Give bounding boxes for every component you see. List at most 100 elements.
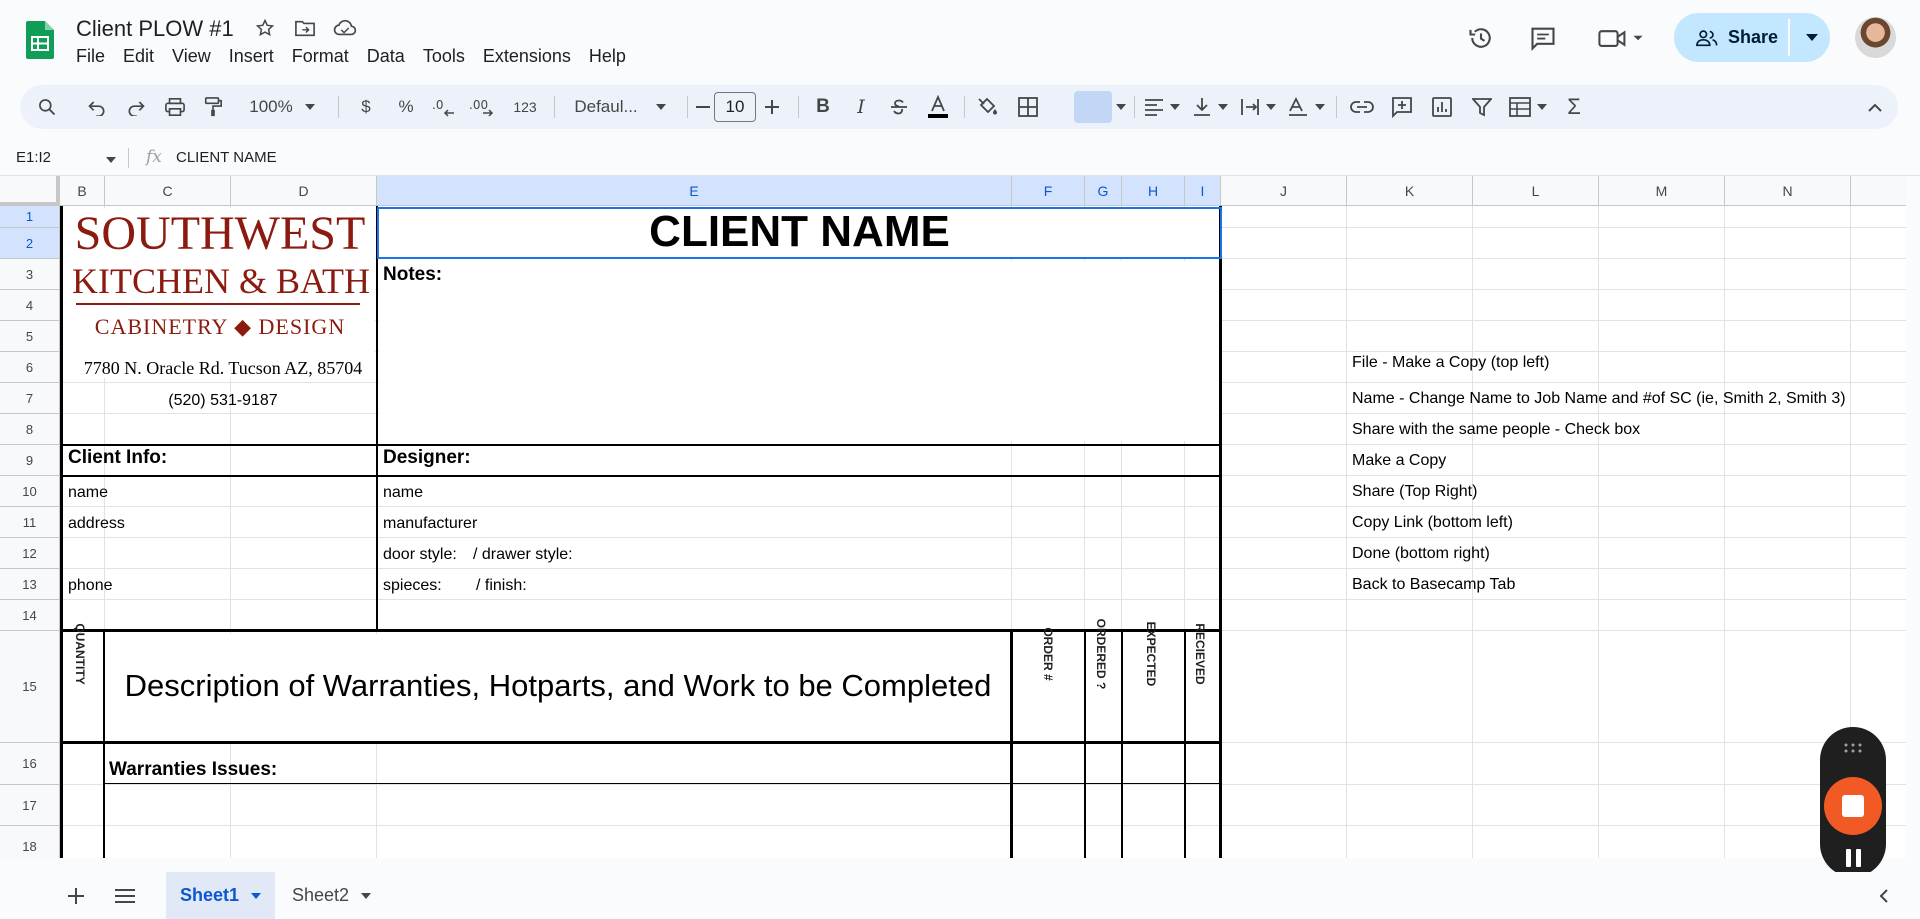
chevron-down-icon[interactable] — [251, 892, 262, 899]
merge-cells-button[interactable] — [1074, 91, 1112, 123]
drag-handle-icon[interactable] — [1843, 741, 1863, 753]
currency-format-button[interactable]: $ — [352, 85, 380, 129]
row-header[interactable]: 8 — [0, 414, 60, 445]
row-header[interactable]: 11 — [0, 507, 60, 538]
redo-icon[interactable] — [121, 85, 151, 129]
menu-data[interactable]: Data — [367, 46, 414, 67]
column-header[interactable]: J — [1221, 176, 1347, 206]
insert-comment-icon[interactable] — [1386, 85, 1418, 129]
menu-edit[interactable]: Edit — [123, 46, 163, 67]
row-header[interactable]: 4 — [0, 290, 60, 321]
history-icon[interactable] — [1465, 22, 1497, 54]
row-header[interactable]: 6 — [0, 352, 60, 383]
column-header[interactable]: M — [1599, 176, 1725, 206]
formula-input[interactable]: CLIENT NAME — [176, 149, 277, 166]
row-header[interactable]: 2 — [0, 228, 60, 259]
font-size-input[interactable]: 10 — [714, 92, 756, 122]
italic-icon[interactable]: I — [846, 85, 876, 129]
borders-icon[interactable] — [1012, 85, 1044, 129]
sheets-logo-icon[interactable] — [26, 21, 54, 59]
merged-cell[interactable] — [379, 261, 1220, 441]
row-header[interactable]: 13 — [0, 569, 60, 600]
undo-icon[interactable] — [82, 85, 112, 129]
column-header[interactable]: I — [1185, 176, 1221, 206]
row-header[interactable]: 14 — [0, 600, 60, 631]
increase-font-size-icon[interactable] — [760, 85, 784, 129]
chevron-down-icon[interactable] — [361, 892, 372, 899]
decrease-font-size-icon[interactable] — [692, 85, 714, 129]
chevron-down-icon[interactable] — [106, 150, 116, 168]
row-header[interactable]: 7 — [0, 383, 60, 414]
share-button[interactable]: Share — [1674, 13, 1788, 62]
column-header[interactable]: L — [1473, 176, 1599, 206]
row-header[interactable]: 10 — [0, 476, 60, 507]
filter-views-icon[interactable] — [1506, 85, 1550, 129]
search-icon[interactable] — [32, 85, 62, 129]
tab-sheet2[interactable]: Sheet2 — [278, 872, 385, 919]
font-family-select[interactable]: Defaul... — [560, 85, 680, 129]
menu-tools[interactable]: Tools — [423, 46, 474, 67]
row-header[interactable]: 18 — [0, 826, 60, 858]
cloud-status-icon[interactable] — [332, 16, 358, 40]
row-header[interactable]: 5 — [0, 321, 60, 352]
text-wrapping-icon[interactable] — [1236, 85, 1280, 129]
menu-help[interactable]: Help — [589, 46, 635, 67]
print-icon[interactable] — [160, 85, 190, 129]
horizontal-align-icon[interactable] — [1140, 85, 1184, 129]
menu-insert[interactable]: Insert — [229, 46, 283, 67]
merge-cells-dropdown-icon[interactable] — [1114, 85, 1128, 129]
menu-view[interactable]: View — [172, 46, 220, 67]
select-all-corner[interactable] — [0, 176, 60, 206]
menu-format[interactable]: Format — [292, 46, 358, 67]
star-icon[interactable] — [252, 16, 278, 40]
strikethrough-icon[interactable] — [884, 85, 914, 129]
spreadsheet-grid[interactable]: BCDEFGHIJKLMN 1 2 3 4 5 6 7 8 9 10 11 12 13 14 15 16 17 1… — [0, 176, 1906, 858]
name-box[interactable]: E1:I2 — [16, 149, 51, 166]
pause-recording-button[interactable] — [1842, 849, 1864, 869]
comment-icon[interactable] — [1527, 22, 1559, 54]
percent-format-button[interactable]: % — [392, 85, 420, 129]
vertical-align-icon[interactable] — [1188, 85, 1232, 129]
text-color-icon[interactable] — [922, 85, 954, 129]
insert-link-icon[interactable] — [1346, 85, 1378, 129]
column-header[interactable]: G — [1085, 176, 1122, 206]
row-header[interactable]: 9 — [0, 445, 60, 476]
functions-icon[interactable]: Σ — [1558, 85, 1590, 129]
add-sheet-icon[interactable] — [60, 880, 92, 912]
all-sheets-icon[interactable] — [109, 880, 141, 912]
bold-icon[interactable]: B — [808, 85, 838, 129]
row-header[interactable]: 17 — [0, 785, 60, 826]
row-header[interactable]: 3 — [0, 259, 60, 290]
column-header[interactable]: C — [105, 176, 231, 206]
text-rotation-icon[interactable] — [1284, 85, 1328, 129]
column-header[interactable]: H — [1122, 176, 1185, 206]
collapse-menus-icon[interactable] — [1860, 85, 1890, 129]
stop-recording-button[interactable] — [1824, 777, 1882, 835]
column-header[interactable]: E — [377, 176, 1012, 206]
tab-sheet1[interactable]: Sheet1 — [166, 872, 276, 919]
column-header[interactable]: K — [1347, 176, 1473, 206]
zoom-select[interactable]: 100% — [242, 85, 322, 129]
row-header[interactable]: 16 — [0, 743, 60, 785]
menu-extensions[interactable]: Extensions — [483, 46, 580, 67]
insert-chart-icon[interactable] — [1426, 85, 1458, 129]
explore-collapse-icon[interactable] — [1868, 880, 1900, 912]
filter-icon[interactable] — [1466, 85, 1498, 129]
fill-color-icon[interactable] — [972, 85, 1004, 129]
increase-decimal-icon[interactable]: .00 — [468, 85, 500, 129]
avatar[interactable] — [1855, 17, 1896, 58]
menu-file[interactable]: File — [76, 46, 114, 67]
move-folder-icon[interactable] — [292, 16, 318, 40]
number-format-button[interactable]: 123 — [508, 85, 542, 129]
video-call-icon[interactable] — [1595, 22, 1647, 54]
row-header[interactable]: 15 — [0, 631, 60, 743]
share-dropdown-icon[interactable] — [1794, 13, 1830, 62]
row-header[interactable]: 1 — [0, 206, 60, 228]
column-header[interactable]: F — [1012, 176, 1085, 206]
document-title[interactable]: Client PLOW #1 — [76, 16, 234, 42]
column-header[interactable]: B — [60, 176, 105, 206]
column-header[interactable]: N — [1725, 176, 1851, 206]
paint-format-icon[interactable] — [198, 85, 228, 129]
column-header[interactable]: D — [231, 176, 377, 206]
decrease-decimal-icon[interactable]: .0 — [430, 85, 460, 129]
